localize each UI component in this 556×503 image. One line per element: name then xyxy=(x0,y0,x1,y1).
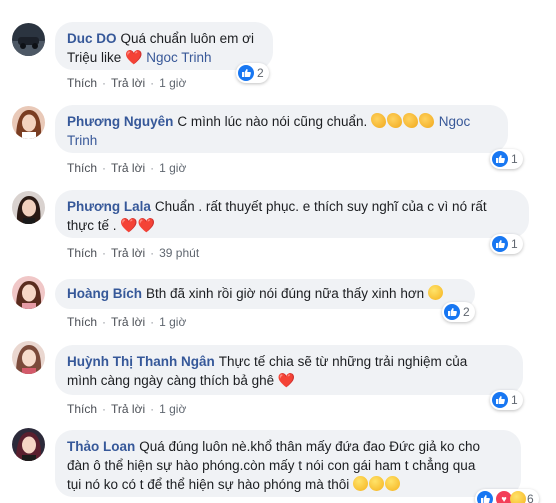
comment-bubble: Phương Nguyên C mình lúc nào nói cũng chu… xyxy=(55,105,508,153)
comment-author[interactable]: Phương Lala xyxy=(67,199,151,214)
like-icon xyxy=(492,236,508,252)
tagged-user[interactable]: Ngoc Trinh xyxy=(146,50,211,65)
reaction-summary[interactable]: ♥ 6 xyxy=(475,489,539,503)
clap-icon xyxy=(371,113,387,128)
reaction-summary[interactable]: 1 xyxy=(490,149,523,169)
comment-author[interactable]: Phương Nguyên xyxy=(67,114,173,129)
comment-text: đàn ô thể hiện sự hào phóng.còn mấy t nó… xyxy=(67,458,476,473)
like-link[interactable]: Thích xyxy=(67,161,97,175)
heart-emoji: ❤️❤️ xyxy=(120,217,156,233)
like-icon xyxy=(477,491,493,503)
kiss-icon xyxy=(385,476,400,491)
comment-timestamp[interactable]: 1 giờ xyxy=(159,76,186,90)
tagged-user[interactable]: Ngoc xyxy=(439,114,471,129)
reaction-count: 1 xyxy=(511,152,518,166)
reply-link[interactable]: Trả lời xyxy=(111,402,145,416)
comment-author[interactable]: Hoàng Bích xyxy=(67,286,142,301)
comment-thread: Duc DO Quá chuẩn luôn em ơi Triệu like ❤️… xyxy=(0,0,556,503)
reaction-count: 6 xyxy=(527,492,534,503)
heart-emoji: ❤️ xyxy=(277,372,296,388)
reply-link[interactable]: Trả lời xyxy=(111,246,145,260)
reaction-summary[interactable]: 1 xyxy=(490,390,523,410)
avatar[interactable] xyxy=(12,23,45,56)
like-icon xyxy=(238,65,254,81)
comment-timestamp[interactable]: 1 giờ xyxy=(159,402,186,416)
like-icon xyxy=(444,304,460,320)
reaction-count: 2 xyxy=(257,66,264,80)
comment-text: C mình lúc nào nói cũng chuẩn. xyxy=(177,114,368,129)
comment-author[interactable]: Thảo Loan xyxy=(67,439,135,454)
comment-actions: Thích · Trả lời · 1 giờ xyxy=(67,161,187,175)
comment-actions: Thích · Trả lời · 1 giờ xyxy=(67,315,187,329)
avatar[interactable] xyxy=(12,341,45,374)
comment-bubble: Hoàng Bích Bth đã xinh rồi giờ nói đúng n… xyxy=(55,279,475,309)
comment-bubble: Thảo Loan Quá đúng luôn nè.khổ thân mấy đ… xyxy=(55,430,521,497)
comment-text: Chuẩn . rất thuyết phục. e thích suy ngh… xyxy=(154,199,487,214)
reaction-count: 1 xyxy=(511,237,518,251)
avatar[interactable] xyxy=(12,191,45,224)
comment-timestamp[interactable]: 1 giờ xyxy=(159,161,186,175)
comment-text: Bth đã xinh rồi giờ nói đúng nữa thấy xi… xyxy=(146,286,425,301)
like-icon xyxy=(492,392,508,408)
avatar[interactable] xyxy=(12,428,45,461)
clap-icon xyxy=(419,113,435,128)
comment-text: thực tế . xyxy=(67,218,117,233)
comment-text: mình càng ngày càng thích bả ghê xyxy=(67,373,275,388)
heart-emoji: ❤️ xyxy=(125,49,143,65)
comment-timestamp[interactable]: 1 giờ xyxy=(159,315,186,329)
comment-actions: Thích · Trả lời · 39 phút xyxy=(67,246,200,260)
kiss-icon xyxy=(353,476,368,491)
comment-author[interactable]: Duc DO xyxy=(67,31,117,46)
comment-text: Thực tế chia sẽ từ những trải nghiệm của xyxy=(218,354,468,369)
reply-link[interactable]: Trả lời xyxy=(111,315,145,329)
like-link[interactable]: Thích xyxy=(67,315,97,329)
comment-text: Triệu like xyxy=(67,50,122,65)
like-link[interactable]: Thích xyxy=(67,402,97,416)
laugh-icon xyxy=(427,285,443,300)
reply-link[interactable]: Trả lời xyxy=(111,161,145,175)
comment-bubble: Duc DO Quá chuẩn luôn em ơi Triệu like ❤️… xyxy=(55,22,273,70)
kiss-icon xyxy=(369,476,384,491)
avatar[interactable] xyxy=(12,276,45,309)
comment-timestamp[interactable]: 39 phút xyxy=(159,246,199,260)
comment-text: tụi nó ko có t để thể hiện sự hào phóng … xyxy=(67,477,350,492)
like-link[interactable]: Thích xyxy=(67,76,97,90)
like-link[interactable]: Thích xyxy=(67,246,97,260)
reaction-summary[interactable]: 2 xyxy=(442,302,475,322)
reaction-summary[interactable]: 1 xyxy=(490,234,523,254)
reaction-count: 1 xyxy=(511,393,518,407)
comment-text: Quá chuẩn luôn em ơi xyxy=(120,31,254,46)
comment-actions: Thích · Trả lời · 1 giờ xyxy=(67,402,187,416)
laugh-icon xyxy=(510,491,526,503)
like-icon xyxy=(492,151,508,167)
reaction-summary[interactable]: 2 xyxy=(236,63,269,83)
clap-icon xyxy=(403,113,419,128)
comment-bubble: Huỳnh Thị Thanh Ngân Thực tế chia sẽ từ n… xyxy=(55,345,523,395)
comment-author[interactable]: Huỳnh Thị Thanh Ngân xyxy=(67,354,215,369)
tagged-user[interactable]: Trinh xyxy=(67,133,97,148)
avatar[interactable] xyxy=(12,106,45,139)
comment-bubble: Phương Lala Chuẩn . rất thuyết phục. e th… xyxy=(55,190,529,238)
reaction-count: 2 xyxy=(463,305,470,319)
comment-text: Quá đúng luôn nè.khổ thân mấy đứa đao Đứ… xyxy=(139,439,481,454)
clap-icon xyxy=(387,113,403,128)
comment-actions: Thích · Trả lời · 1 giờ xyxy=(67,76,187,90)
reply-link[interactable]: Trả lời xyxy=(111,76,145,90)
